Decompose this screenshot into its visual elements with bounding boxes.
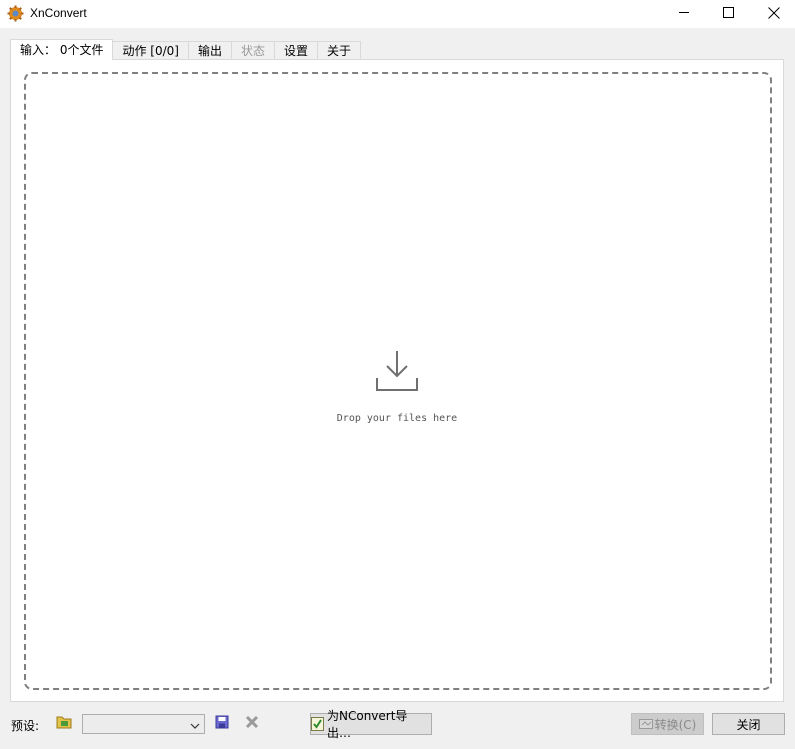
tab-settings[interactable]: 设置 bbox=[274, 41, 318, 60]
convert-label: 转换(C) bbox=[654, 717, 697, 732]
window-title: XnConvert bbox=[30, 6, 87, 20]
maximize-button[interactable] bbox=[705, 0, 751, 28]
export-script-icon bbox=[311, 717, 324, 731]
save-preset-button[interactable] bbox=[213, 715, 231, 732]
tab-input[interactable]: 输入： 0个文件 bbox=[10, 39, 114, 60]
delete-preset-button[interactable] bbox=[243, 715, 261, 732]
tab-bar: 输入： 0个文件 动作 [0/0] 输出 状态 设置 关于 bbox=[10, 39, 362, 60]
bottom-bar: 预设: 为NConvert导出… 转换(C) 关闭 bbox=[0, 706, 795, 749]
tab-status: 状态 bbox=[231, 41, 275, 60]
drop-hint-text: Drop your files here bbox=[336, 413, 458, 424]
close-button[interactable]: 关闭 bbox=[712, 713, 785, 735]
minimize-button[interactable] bbox=[661, 0, 707, 28]
tab-output[interactable]: 输出 bbox=[188, 41, 232, 60]
download-tray-icon bbox=[374, 350, 420, 397]
convert-icon bbox=[638, 718, 653, 730]
close-icon bbox=[768, 6, 780, 22]
export-label: 为NConvert导出… bbox=[327, 709, 408, 740]
preset-dropdown[interactable] bbox=[82, 714, 205, 734]
convert-button[interactable]: 转换(C) bbox=[631, 713, 704, 735]
delete-x-icon bbox=[245, 715, 259, 732]
export-nconvert-button[interactable]: 为NConvert导出… bbox=[310, 709, 432, 740]
tab-actions[interactable]: 动作 [0/0] bbox=[113, 41, 189, 60]
maximize-icon bbox=[722, 7, 734, 21]
folder-open-icon bbox=[56, 715, 73, 732]
tab-about[interactable]: 关于 bbox=[318, 41, 362, 60]
open-preset-button[interactable] bbox=[55, 715, 73, 732]
title-bar: XnConvert bbox=[0, 0, 795, 28]
minimize-icon bbox=[678, 7, 690, 21]
chevron-down-icon bbox=[190, 719, 200, 733]
preset-label: 预设: bbox=[11, 719, 40, 733]
xnconvert-logo-icon bbox=[7, 5, 24, 22]
floppy-disk-icon bbox=[215, 715, 229, 732]
close-window-button[interactable] bbox=[751, 0, 795, 28]
